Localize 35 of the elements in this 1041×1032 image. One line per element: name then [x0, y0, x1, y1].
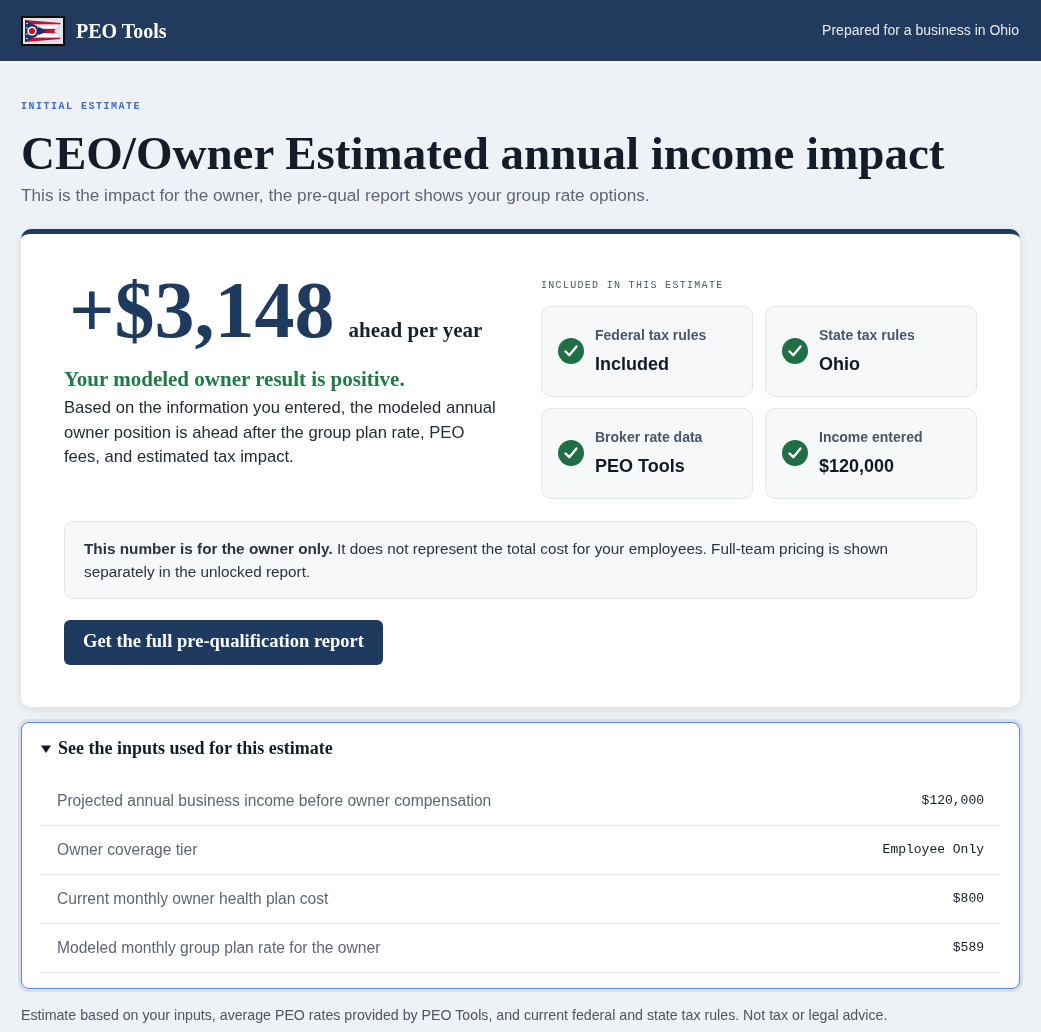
input-label: Projected annual business income before owner compensation — [57, 791, 492, 812]
input-label: Modeled monthly group plan rate for the owner — [57, 938, 381, 959]
status-heading: Your modeled owner result is positive. — [64, 365, 406, 393]
input-value: $120,000 — [921, 792, 984, 811]
page-title: CEO/Owner Estimated annual income impact — [21, 126, 946, 181]
input-value: Employee Only — [882, 841, 984, 860]
prepared-for-text: Prepared for a business in Ohio — [822, 21, 1019, 40]
check-icon — [782, 440, 808, 467]
check-icon — [558, 440, 584, 467]
amount-value: +$3,148 — [69, 269, 335, 350]
disclaimer-text: Estimate based on your inputs, average PEO rates provided by PEO Tools, and current federal and state tax rules. Not tax or legal advice. — [21, 1005, 889, 1025]
check-icon — [558, 338, 584, 365]
full-report-button[interactable]: Get the full pre-qualification report — [64, 619, 383, 665]
eyebrow-label: INITIAL ESTIMATE — [21, 100, 142, 114]
tile-label: Broker rate data — [595, 427, 703, 447]
tile-label: Federal tax rules — [595, 325, 707, 345]
tile-label: Income entered — [819, 427, 923, 447]
check-icon — [782, 338, 808, 365]
note-text: This number is for the owner only. It does not represent the total cost for your employees. Full-team pricing is shown separately in the unlocked report. — [84, 538, 889, 582]
result-explanation: Based on the information you entered, the modeled annual owner position is ahead after the group plan rate, PEO fees, and estimated tax impact. — [64, 397, 497, 469]
inputs-summary[interactable]: See the inputs used for this estimate — [41, 737, 333, 760]
input-label: Owner coverage tier — [57, 840, 198, 861]
tile-label: State tax rules — [819, 325, 915, 345]
tile-value: $120,000 — [819, 454, 896, 478]
tile-value: Ohio — [819, 352, 861, 376]
included-label: INCLUDED IN THIS ESTIMATE — [541, 278, 725, 293]
input-label: Current monthly owner health plan cost — [57, 889, 329, 910]
input-value: $800 — [952, 890, 984, 909]
page-subtitle: This is the impact for the owner, the pre-qual report shows your group rate options. — [21, 184, 651, 207]
brand-name: PEO Tools — [76, 18, 167, 44]
ohio-flag-logo — [21, 15, 65, 46]
tile-value: Included — [595, 352, 670, 376]
tile-value: PEO Tools — [595, 454, 686, 478]
input-value: $589 — [952, 939, 984, 958]
amount-suffix: ahead per year — [348, 316, 483, 344]
